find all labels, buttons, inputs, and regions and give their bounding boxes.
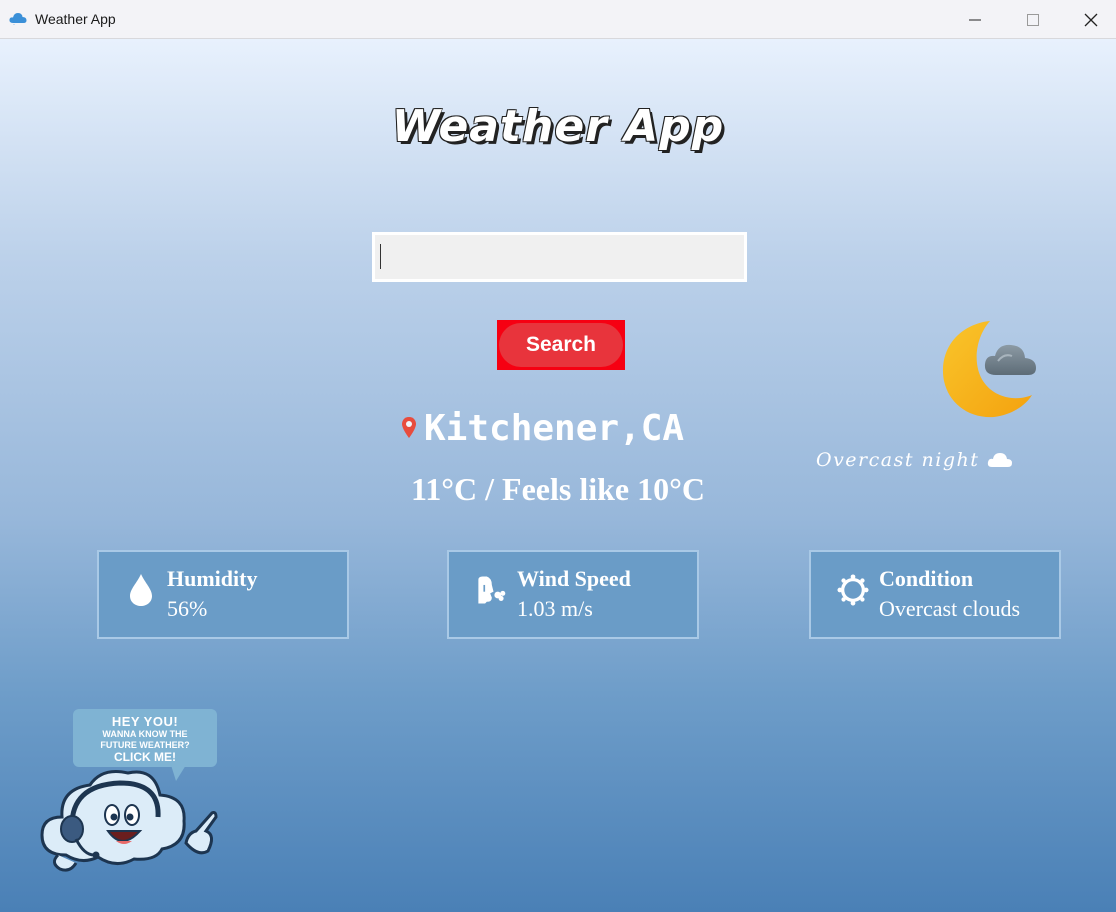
window-title: Weather App [35,11,116,27]
city-search-input[interactable] [372,232,747,282]
search-button-label: Search [499,323,623,367]
maximize-button[interactable] [1004,0,1062,39]
maximize-icon [1027,13,1039,26]
wind-speed-label: Wind Speed [517,566,631,591]
sun-ring-icon [837,572,869,608]
humidity-value: 56% [167,596,208,621]
text-caret [380,244,381,269]
cloud-icon [9,13,27,25]
cloud-mascot-icon [40,765,218,872]
close-button[interactable] [1062,0,1116,39]
condition-value: Overcast clouds [879,596,1021,621]
condition-caption-text: Overcast night [816,449,980,471]
app-body: Weather App Search Kitchener,CA 11°C / F… [0,39,1116,912]
humidity-card: Humidity 56% [97,550,349,639]
wind-face-icon [475,572,507,608]
minimize-button[interactable] [946,0,1004,39]
search-button[interactable]: Search [497,320,625,370]
condition-label: Condition [879,566,974,591]
window-titlebar: Weather App [0,0,1116,39]
map-pin-icon [402,417,416,438]
forecast-mascot-button[interactable]: HEY YOU! WANNA KNOW THE FUTURE WEATHER? … [36,705,226,875]
water-drop-icon [125,572,157,608]
condition-card: Condition Overcast clouds [809,550,1061,639]
temperature-readout: 11°C / Feels like 10°C [410,471,705,507]
wind-speed-card: Wind Speed 1.03 m/s [447,550,699,639]
humidity-label: Humidity [167,566,258,591]
location-name: Kitchener,CA [424,407,685,449]
close-icon [1084,13,1098,26]
current-condition: Overcast night [816,449,1013,471]
location: Kitchener,CA [400,403,684,453]
wind-speed-value: 1.03 m/s [517,596,593,621]
moon-cloud-icon [942,321,1036,418]
minimize-icon [969,19,981,20]
cloud-icon [988,453,1013,467]
app-heading: Weather App [391,101,725,152]
